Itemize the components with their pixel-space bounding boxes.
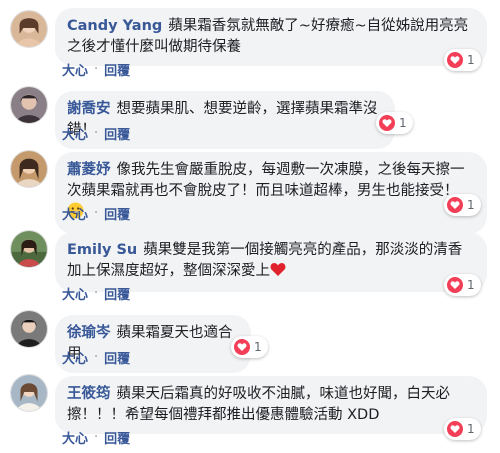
reply-button[interactable]: 回覆 xyxy=(104,124,130,143)
like-button[interactable]: 大心 xyxy=(62,428,88,447)
reply-button[interactable]: 回覆 xyxy=(104,428,130,447)
comment-bubble: Candy Yang 蘋果霜香氛就無敵了~好療癒~自從姊說用亮亮之後才懂什麼叫做期… xyxy=(55,8,487,66)
heart-icon xyxy=(447,421,463,437)
separator: · xyxy=(94,430,99,445)
reaction-badge[interactable]: 1 xyxy=(444,49,481,71)
separator: · xyxy=(94,126,99,141)
comment-actions: 大心 · 回覆 xyxy=(62,124,130,143)
reaction-badge[interactable]: 1 xyxy=(444,418,481,440)
reaction-count: 1 xyxy=(254,340,262,354)
reaction-badge[interactable]: 1 xyxy=(444,194,481,216)
commenter-name[interactable]: Candy Yang xyxy=(67,18,162,34)
separator: · xyxy=(94,62,99,77)
reply-button[interactable]: 回覆 xyxy=(104,284,130,303)
reply-button[interactable]: 回覆 xyxy=(104,348,130,367)
commenter-name[interactable]: 徐瑜岑 xyxy=(67,325,111,341)
reply-button[interactable]: 回覆 xyxy=(104,204,130,223)
like-button[interactable]: 大心 xyxy=(62,204,88,223)
commenter-name[interactable]: Emily Su xyxy=(67,242,137,258)
comment-actions: 大心 · 回覆 xyxy=(62,204,130,223)
heart-icon xyxy=(447,277,463,293)
comment-text: 蘋果天后霜真的好吸收不油膩，味道也好聞，白天必擦！！！希望每個禮拜都推出優惠體驗… xyxy=(67,386,450,423)
comment-text: 像我先生會嚴重脫皮，每週敷一次凍膜，之後每天擦一次蘋果霜就再也不會脫皮了！而且味… xyxy=(67,162,465,199)
heart-icon xyxy=(447,197,463,213)
like-button[interactable]: 大心 xyxy=(62,60,88,79)
reaction-count: 1 xyxy=(467,198,475,212)
comment-actions: 大心 · 回覆 xyxy=(62,60,130,79)
comment-actions: 大心 · 回覆 xyxy=(62,348,130,367)
reaction-badge[interactable]: 1 xyxy=(376,112,413,134)
comment-actions: 大心 · 回覆 xyxy=(62,284,130,303)
reaction-badge[interactable]: 1 xyxy=(231,336,268,358)
heart-icon xyxy=(379,115,395,131)
separator: · xyxy=(94,350,99,365)
like-button[interactable]: 大心 xyxy=(62,348,88,367)
avatar[interactable] xyxy=(10,10,48,48)
avatar[interactable] xyxy=(10,374,48,412)
red-heart-emoji xyxy=(270,262,286,284)
comment-bubble: 王筱筠 蘋果天后霜真的好吸收不油膩，味道也好聞，白天必擦！！！希望每個禮拜都推出優… xyxy=(55,376,487,434)
like-button[interactable]: 大心 xyxy=(62,284,88,303)
reply-button[interactable]: 回覆 xyxy=(104,60,130,79)
heart-icon xyxy=(447,52,463,68)
comment-actions: 大心 · 回覆 xyxy=(62,428,130,447)
heart-icon xyxy=(234,339,250,355)
commenter-name[interactable]: 謝喬安 xyxy=(67,101,111,117)
avatar[interactable] xyxy=(10,310,48,348)
separator: · xyxy=(94,286,99,301)
commenter-name[interactable]: 王筱筠 xyxy=(67,386,111,402)
reaction-count: 1 xyxy=(399,116,407,130)
comment-bubble: Emily Su 蘋果雙是我第一個接觸亮亮的產品，那淡淡的清香加上保濕度超好，整個… xyxy=(55,232,487,292)
avatar[interactable] xyxy=(10,86,48,124)
reaction-count: 1 xyxy=(467,53,475,67)
reaction-badge[interactable]: 1 xyxy=(444,274,481,296)
avatar[interactable] xyxy=(10,150,48,188)
reaction-count: 1 xyxy=(467,422,475,436)
like-button[interactable]: 大心 xyxy=(62,124,88,143)
reaction-count: 1 xyxy=(467,278,475,292)
separator: · xyxy=(94,206,99,221)
commenter-name[interactable]: 蕭菱妤 xyxy=(67,162,111,178)
avatar[interactable] xyxy=(10,230,48,268)
